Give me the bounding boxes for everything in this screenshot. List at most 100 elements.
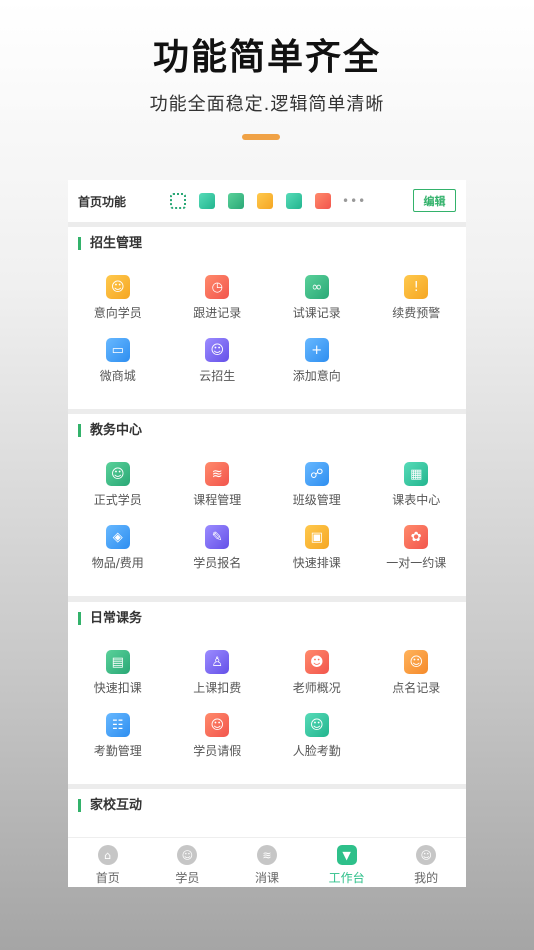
grid-item-label: 考勤管理: [93, 744, 142, 758]
section-title: 教务中心: [78, 424, 142, 437]
qrcode-icon[interactable]: [170, 193, 186, 209]
tab-label: 工作台: [328, 871, 365, 885]
profile-icon: ☺: [416, 845, 437, 865]
grid-item[interactable]: ! 续费预警: [367, 275, 467, 338]
grid-item[interactable]: ☍ 班级管理: [267, 462, 367, 525]
grid-item[interactable]: ▦ 课表中心: [367, 462, 467, 525]
tab-consume-class[interactable]: ≋ 消课: [227, 838, 307, 887]
home-functions-title: 首页功能: [78, 194, 127, 209]
grid-item-label: 试课记录: [292, 306, 341, 320]
tab-student-tab[interactable]: ☺ 学员: [148, 838, 228, 887]
class-manage-icon: ☍: [304, 462, 329, 486]
grid-item[interactable]: + 添加意向: [267, 338, 367, 401]
follow-icon[interactable]: [199, 193, 215, 209]
grid-item-label: 人脸考勤: [292, 744, 341, 758]
grid-item-label: 微商城: [99, 369, 136, 383]
trial-icon[interactable]: [228, 193, 244, 209]
grid-item[interactable]: ☺ 学员请假: [168, 713, 268, 776]
grid-item[interactable]: ◈ 物品/费用: [68, 525, 168, 588]
grid-item-label: 一对一约课: [386, 556, 447, 570]
rollcall-record-icon: ☺: [404, 650, 429, 674]
grid-item[interactable]: ♙ 上课扣费: [168, 650, 268, 713]
grid-item-label: 快速扣课: [93, 681, 142, 695]
grid-item-label: 上课扣费: [193, 681, 242, 695]
follow-record-icon: ◷: [205, 275, 230, 299]
tab-profile[interactable]: ☺ 我的: [386, 838, 466, 887]
grid-item[interactable]: ☺ 云招生: [168, 338, 268, 401]
teacher-overview-icon: ☻: [304, 650, 329, 674]
grid-item-label: 点名记录: [392, 681, 441, 695]
course-manage-icon: ≋: [205, 462, 230, 486]
trial-record-icon: ∞: [304, 275, 329, 299]
add-intent-icon: +: [304, 338, 329, 362]
one-on-one-icon: ✿: [404, 525, 429, 549]
grid-item[interactable]: ∞ 试课记录: [267, 275, 367, 338]
tab-label: 我的: [414, 871, 439, 885]
hero-title: 功能简单齐全: [152, 37, 381, 78]
student-leave-icon: ☺: [205, 713, 230, 737]
tab-label: 首页: [95, 871, 120, 885]
section-recruit: 招生管理 ☺ 意向学员 ◷ 跟进记录 ∞ 试课记录! 续费预警 ▭ 微商城 ☺ 云招生 + 添加意向: [68, 227, 466, 409]
grid-item-label: 意向学员: [93, 306, 142, 320]
grid-item-label: 课表中心: [392, 493, 441, 507]
grid-item[interactable]: ☻ 老师概况: [267, 650, 367, 713]
section-home-school: 家校互动: [68, 789, 466, 837]
section-daily: 日常课务 ▤ 快速扣课 ♙ 上课扣费 ☻ 老师概况 ☺ 点名记录 ☷ 考勤管理 ☺ 学员请假 ☺ 人脸考勤: [68, 602, 466, 784]
attendance-manage-icon: ☷: [105, 713, 130, 737]
tab-label: 学员: [175, 871, 200, 885]
grid-item[interactable]: ☺ 人脸考勤: [267, 713, 367, 776]
grid-item[interactable]: ◷ 跟进记录: [168, 275, 268, 338]
goods-fee-icon: ◈: [105, 525, 130, 549]
student-icon[interactable]: [257, 193, 273, 209]
app-screen: 首页功能 ••• 编辑 招生管理 ☺ 意向学员 ◷ 跟进记录 ∞ 试课记录! 续费预警 ▭ 微商…: [68, 180, 466, 887]
section-title: 日常课务: [78, 612, 142, 625]
grid-item[interactable]: ▣ 快速排课: [267, 525, 367, 588]
sign-icon[interactable]: [315, 193, 331, 209]
schedule-center-icon: ▦: [404, 462, 429, 486]
grid-item[interactable]: ▭ 微商城: [68, 338, 168, 401]
bottom-tab-bar: ⌂ 首页 ☺ 学员 ≋ 消课 ▼ 工作台 ☺ 我的: [68, 837, 466, 887]
student-tab-icon: ☺: [177, 845, 198, 865]
grid-item[interactable]: ☺ 正式学员: [68, 462, 168, 525]
grid-item-label: 正式学员: [93, 493, 142, 507]
renew-alert-icon: !: [404, 275, 429, 299]
consume-class-icon: ≋: [256, 845, 277, 865]
grid-item-label: 续费预警: [392, 306, 441, 320]
tab-workbench[interactable]: ▼ 工作台: [307, 838, 387, 887]
grid-item-label: 课程管理: [193, 493, 242, 507]
section-title: 家校互动: [78, 799, 142, 812]
class-fee-icon: ♙: [205, 650, 230, 674]
quick-deduct-icon: ▤: [105, 650, 130, 674]
home-functions-icons: •••: [170, 193, 366, 209]
student-enroll-icon: ✎: [205, 525, 230, 549]
more-icon[interactable]: •••: [342, 194, 366, 208]
home-functions-bar: 首页功能 ••• 编辑: [68, 180, 466, 222]
grid-item-label: 跟进记录: [193, 306, 242, 320]
grid-item[interactable]: ≋ 课程管理: [168, 462, 268, 525]
quick-schedule-icon: ▣: [304, 525, 329, 549]
workbench-icon: ▼: [336, 845, 357, 865]
micro-mall-icon: ▭: [105, 338, 130, 362]
grid-item[interactable]: ☺ 意向学员: [68, 275, 168, 338]
tab-label: 消课: [254, 871, 279, 885]
grid-item-label: 班级管理: [292, 493, 341, 507]
face-attendance-icon: ☺: [304, 713, 329, 737]
intent-student-icon: ☺: [105, 275, 130, 299]
grid-item[interactable]: ✎ 学员报名: [168, 525, 268, 588]
grid-item[interactable]: ▤ 快速扣课: [68, 650, 168, 713]
tab-home[interactable]: ⌂ 首页: [68, 838, 148, 887]
grid-item[interactable]: ☺ 点名记录: [367, 650, 467, 713]
grid-item-label: 云招生: [199, 369, 236, 383]
grid-item-label: 快速排课: [292, 556, 341, 570]
home-icon: ⌂: [97, 845, 118, 865]
grid-item[interactable]: ✿ 一对一约课: [367, 525, 467, 588]
edit-button[interactable]: 编辑: [413, 189, 456, 212]
hero-accent-bar: [242, 134, 280, 140]
cloud-recruit-icon: ☺: [205, 338, 230, 362]
grid-item[interactable]: ☷ 考勤管理: [68, 713, 168, 776]
hero-subtitle: 功能全面稳定.逻辑简单清晰: [149, 94, 385, 115]
section-title: 招生管理: [78, 237, 142, 250]
formal-student-icon: ☺: [105, 462, 130, 486]
teacher-icon[interactable]: [286, 193, 302, 209]
grid-item-label: 老师概况: [292, 681, 341, 695]
